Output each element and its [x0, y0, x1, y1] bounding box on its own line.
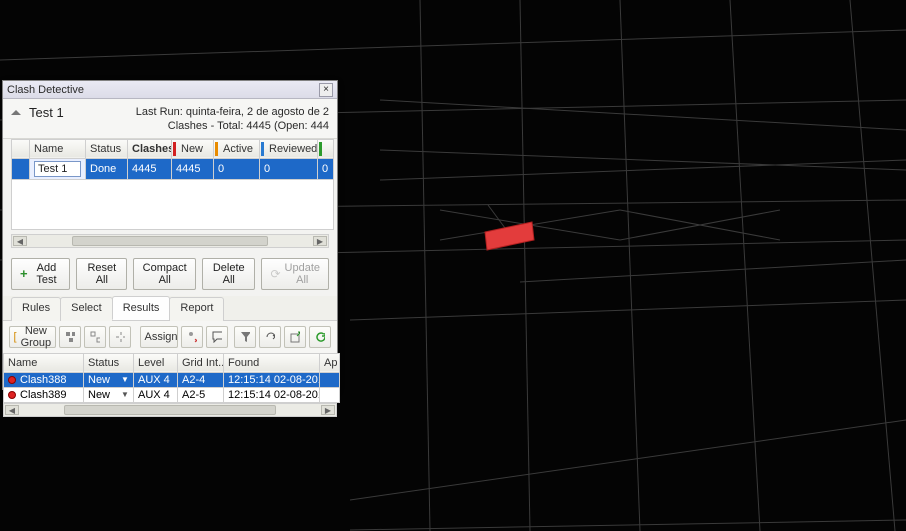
- close-icon[interactable]: ×: [319, 83, 333, 97]
- reviewed-indicator-bar: [261, 142, 264, 156]
- status-dot-icon: [8, 391, 16, 399]
- group-icon: [65, 331, 75, 343]
- col-clash-grid[interactable]: Grid Int...: [178, 353, 224, 372]
- scroll-thumb[interactable]: [72, 236, 268, 246]
- test-name-heading: Test 1: [29, 105, 64, 120]
- scroll-right-icon[interactable]: ▶: [313, 236, 327, 246]
- clash-gridint-cell: A2-5: [178, 387, 224, 402]
- clash-row[interactable]: Clash388 New▼ AUX 4 A2-4 12:15:14 02-08-…: [4, 372, 340, 387]
- export-button[interactable]: [284, 326, 306, 348]
- col-name[interactable]: Name: [30, 139, 86, 158]
- col-clash-found[interactable]: Found: [224, 353, 320, 372]
- dropdown-icon[interactable]: ▼: [121, 390, 131, 400]
- col-clashes[interactable]: Clashes: [128, 139, 172, 158]
- clash-gridint-cell: A2-4: [178, 372, 224, 387]
- col-approved[interactable]: [318, 139, 334, 158]
- new-group-button[interactable]: [New Group: [9, 326, 56, 348]
- col-clash-ap[interactable]: Ap: [320, 353, 340, 372]
- col-clash-level[interactable]: Level: [134, 353, 178, 372]
- plus-icon: +: [20, 268, 28, 279]
- scroll-right-icon[interactable]: ▶: [321, 405, 335, 415]
- test-status-cell: Done: [86, 158, 128, 179]
- refresh-button[interactable]: [309, 326, 331, 348]
- clash-name-cell: Clash388: [20, 374, 66, 386]
- clash-detective-panel: Clash Detective × Test 1 Last Run: quint…: [2, 80, 338, 390]
- clash-summary-label: Clashes - Total: 4445 (Open: 444: [136, 119, 329, 133]
- redo-icon: [265, 331, 275, 343]
- add-test-button[interactable]: +Add Test: [11, 258, 70, 290]
- redo-button[interactable]: [259, 326, 281, 348]
- test-reviewed-cell: 0: [260, 158, 318, 179]
- group-button[interactable]: [59, 326, 81, 348]
- col-reviewed[interactable]: Reviewed: [260, 139, 318, 158]
- panel-header: Test 1 Last Run: quinta-feira, 2 de agos…: [3, 99, 337, 139]
- test-row[interactable]: Done 4445 4445 0 0 0: [12, 158, 334, 179]
- tab-select[interactable]: Select: [60, 297, 113, 321]
- delete-all-button[interactable]: Delete All: [202, 258, 255, 290]
- test-new-cell: 4445: [172, 158, 214, 179]
- clash-level-cell: AUX 4: [134, 372, 178, 387]
- reset-all-button[interactable]: Reset All: [76, 258, 127, 290]
- active-indicator-bar: [215, 142, 218, 156]
- speech-bubble-icon: [212, 331, 222, 343]
- export-icon: [290, 331, 300, 343]
- test-clashes-cell: 4445: [128, 158, 172, 179]
- tests-table[interactable]: Name Status Clashes New Active Reviewed …: [11, 139, 334, 230]
- last-run-label: Last Run: quinta-feira, 2 de agosto de 2: [136, 105, 329, 119]
- col-active[interactable]: Active: [214, 139, 260, 158]
- collapse-caret-icon[interactable]: [11, 110, 21, 115]
- clash-row[interactable]: Clash389 New▼ AUX 4 A2-5 12:15:14 02-08-…: [4, 387, 340, 402]
- explode-button[interactable]: [109, 326, 131, 348]
- refresh-icon: [315, 331, 325, 343]
- col-status[interactable]: Status: [86, 139, 128, 158]
- tests-table-hscroll[interactable]: ◀ ▶: [11, 234, 329, 248]
- scroll-thumb[interactable]: [64, 405, 276, 415]
- comment-button[interactable]: [206, 326, 228, 348]
- clash-name-cell: Clash389: [20, 389, 66, 401]
- unassign-button[interactable]: [181, 326, 203, 348]
- clash-level-cell: AUX 4: [134, 387, 178, 402]
- person-x-icon: [187, 331, 197, 343]
- col-clash-name[interactable]: Name: [4, 353, 84, 372]
- clash-found-cell: 12:15:14 02-08-2012: [224, 387, 320, 402]
- filter-icon: [240, 331, 250, 343]
- panel-titlebar[interactable]: Clash Detective ×: [3, 81, 337, 99]
- update-all-button[interactable]: ⟳Update All: [261, 258, 329, 290]
- col-blank[interactable]: [12, 139, 30, 158]
- dropdown-icon[interactable]: ▼: [121, 375, 131, 385]
- filter-button[interactable]: [234, 326, 256, 348]
- new-indicator-bar: [173, 142, 176, 156]
- ungroup-icon: [90, 331, 100, 343]
- tab-report[interactable]: Report: [169, 297, 224, 321]
- clash-status-cell[interactable]: New▼: [84, 387, 134, 402]
- tests-table-header: Name Status Clashes New Active Reviewed: [12, 139, 334, 158]
- clash-found-cell: 12:15:14 02-08-2012: [224, 372, 320, 387]
- clashes-table[interactable]: Name Status Level Grid Int... Found Ap C…: [3, 353, 340, 403]
- assign-button[interactable]: Assign: [140, 326, 178, 348]
- col-clash-status[interactable]: Status: [84, 353, 134, 372]
- test-active-cell: 0: [214, 158, 260, 179]
- status-dot-icon: [8, 376, 16, 384]
- compact-all-button[interactable]: Compact All: [133, 258, 196, 290]
- clash-status-cell[interactable]: New▼: [84, 372, 134, 387]
- scroll-left-icon[interactable]: ◀: [13, 236, 27, 246]
- results-tabs: Rules Select Results Report: [3, 296, 337, 321]
- approved-indicator-bar: [319, 142, 322, 156]
- scroll-left-icon[interactable]: ◀: [5, 405, 19, 415]
- explode-icon: [115, 331, 125, 343]
- tab-results[interactable]: Results: [112, 296, 171, 320]
- test-name-input[interactable]: [34, 161, 81, 177]
- ungroup-button[interactable]: [84, 326, 106, 348]
- test-approved-cell: 0: [318, 158, 334, 179]
- clashes-table-header: Name Status Level Grid Int... Found Ap: [4, 353, 340, 372]
- clashes-table-hscroll[interactable]: ◀ ▶: [3, 403, 337, 417]
- results-toolbar: [New Group Assign: [3, 321, 337, 353]
- sync-icon: ⟳: [270, 267, 280, 281]
- col-new[interactable]: New: [172, 139, 214, 158]
- tests-button-row: +Add Test Reset All Compact All Delete A…: [3, 252, 337, 296]
- tests-table-empty-area[interactable]: [12, 179, 334, 229]
- tab-rules[interactable]: Rules: [11, 297, 61, 321]
- panel-title-label: Clash Detective: [7, 81, 84, 99]
